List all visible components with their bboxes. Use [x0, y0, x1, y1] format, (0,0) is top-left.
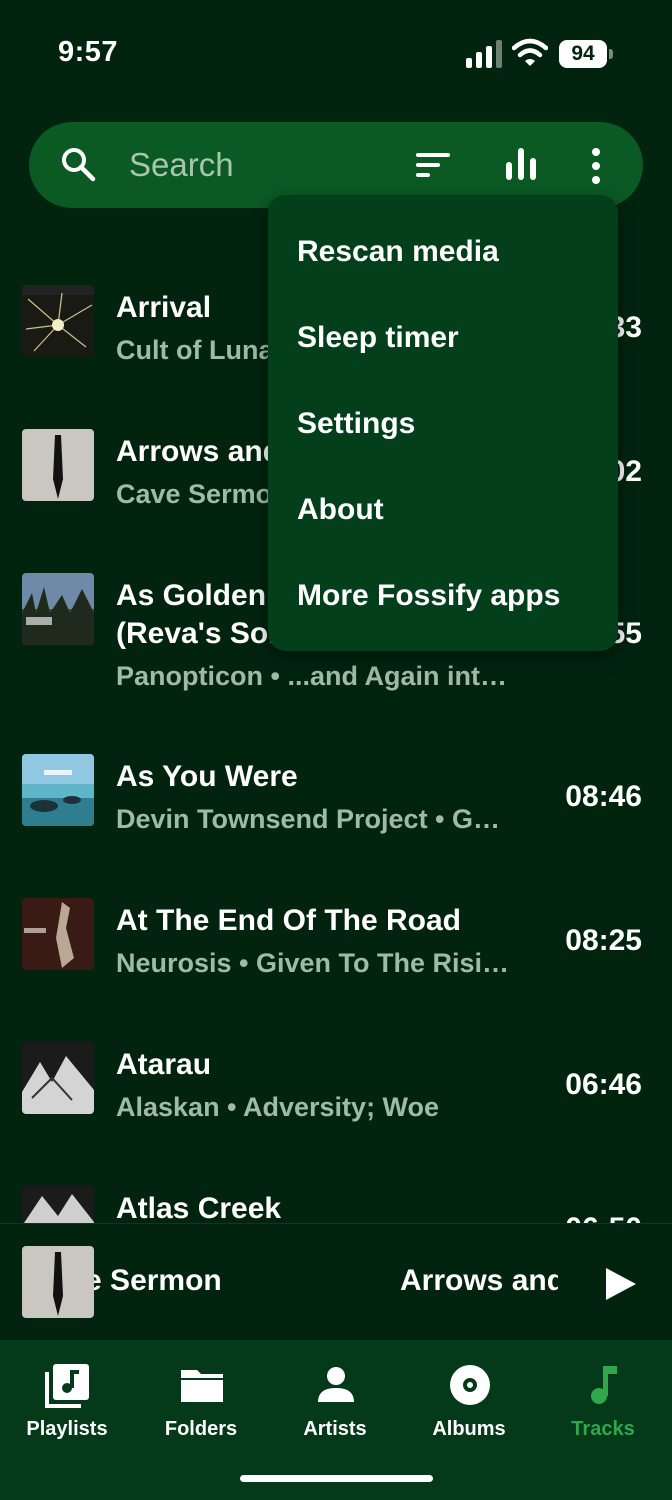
- nav-label-tracks: Tracks: [571, 1418, 635, 1440]
- now-playing-marquee: Cave Sermon Arrows and Fire: [94, 1260, 558, 1304]
- now-playing-album-art: [22, 1246, 94, 1318]
- now-playing-title: Arrows and Fire: [400, 1264, 558, 1297]
- track-subtitle: Panopticon • ...and Again int…: [116, 661, 507, 691]
- menu-item-settings[interactable]: Settings: [297, 407, 415, 441]
- track-title: Atarau: [116, 1048, 212, 1081]
- track-subtitle: Devin Townsend Project • Gh…: [116, 804, 516, 834]
- track-duration: 08:25: [565, 924, 642, 957]
- track-row[interactable]: Atlas Creek 06:50: [0, 1186, 672, 1223]
- cellular-signal-icon: [466, 40, 502, 68]
- person-icon: [318, 1367, 354, 1402]
- nav-label-folders: Folders: [164, 1418, 238, 1440]
- status-time: 9:57: [58, 36, 119, 68]
- overflow-menu: Rescan media Sleep timer Settings About …: [268, 195, 618, 651]
- album-art: [22, 285, 94, 357]
- album-art: [22, 429, 94, 501]
- now-playing-bar[interactable]: Cave Sermon Arrows and Fire: [0, 1223, 672, 1340]
- nav-tab-folders[interactable]: Folders: [134, 1340, 268, 1460]
- more-options-icon[interactable]: [584, 146, 608, 186]
- track-title: Arrival: [116, 291, 212, 324]
- track-row[interactable]: As You Were Devin Townsend Project • Gh……: [0, 754, 672, 864]
- nav-label-playlists: Playlists: [26, 1418, 108, 1440]
- nav-tab-artists[interactable]: Artists: [268, 1340, 402, 1460]
- track-subtitle: Neurosis • Given To The Risi…: [116, 948, 510, 978]
- album-art: [22, 1186, 94, 1223]
- menu-item-more-apps[interactable]: More Fossify apps: [297, 579, 560, 613]
- track-row[interactable]: At The End Of The Road Neurosis • Given …: [0, 898, 672, 1008]
- track-row[interactable]: Atarau Alaskan • Adversity; Woe 06:46: [0, 1042, 672, 1152]
- search-icon[interactable]: [60, 146, 96, 182]
- album-icon: [450, 1365, 490, 1405]
- search-input[interactable]: [129, 142, 389, 188]
- track-duration: 06:46: [565, 1068, 642, 1101]
- nav-label-albums: Albums: [432, 1418, 506, 1440]
- menu-item-about[interactable]: About: [297, 493, 384, 527]
- battery-level: 94: [559, 40, 607, 68]
- track-title: As You Were: [116, 760, 298, 793]
- menu-item-sleep-timer[interactable]: Sleep timer: [297, 321, 459, 355]
- battery-icon: 94: [559, 40, 615, 68]
- track-title: Arrows and: [116, 435, 282, 468]
- music-note-icon: [591, 1366, 617, 1404]
- album-art: [22, 898, 94, 970]
- now-playing-artist: Cave Sermon: [94, 1264, 222, 1297]
- folder-icon: [181, 1370, 223, 1402]
- track-duration: 08:46: [565, 780, 642, 813]
- track-duration: 06:50: [565, 1212, 642, 1223]
- equalizer-icon[interactable]: [503, 146, 539, 182]
- album-art: [22, 754, 94, 826]
- sort-icon[interactable]: [414, 148, 454, 182]
- playlist-icon: [45, 1364, 89, 1408]
- status-bar: 9:57 94: [0, 0, 672, 100]
- play-icon[interactable]: [600, 1264, 640, 1304]
- home-indicator[interactable]: [240, 1475, 433, 1482]
- track-title: Atlas Creek: [116, 1192, 282, 1223]
- album-art: [22, 1042, 94, 1114]
- wifi-icon: [512, 38, 548, 66]
- track-title-line1: As Golden: [116, 579, 267, 612]
- track-title: At The End Of The Road: [116, 904, 461, 937]
- menu-item-rescan-media[interactable]: Rescan media: [297, 235, 499, 269]
- track-subtitle: Alaskan • Adversity; Woe: [116, 1092, 440, 1122]
- album-art: [22, 573, 94, 645]
- nav-label-artists: Artists: [303, 1418, 367, 1440]
- nav-tab-albums[interactable]: Albums: [402, 1340, 536, 1460]
- nav-tab-playlists[interactable]: Playlists: [0, 1340, 134, 1460]
- nav-tab-tracks[interactable]: Tracks: [536, 1340, 670, 1460]
